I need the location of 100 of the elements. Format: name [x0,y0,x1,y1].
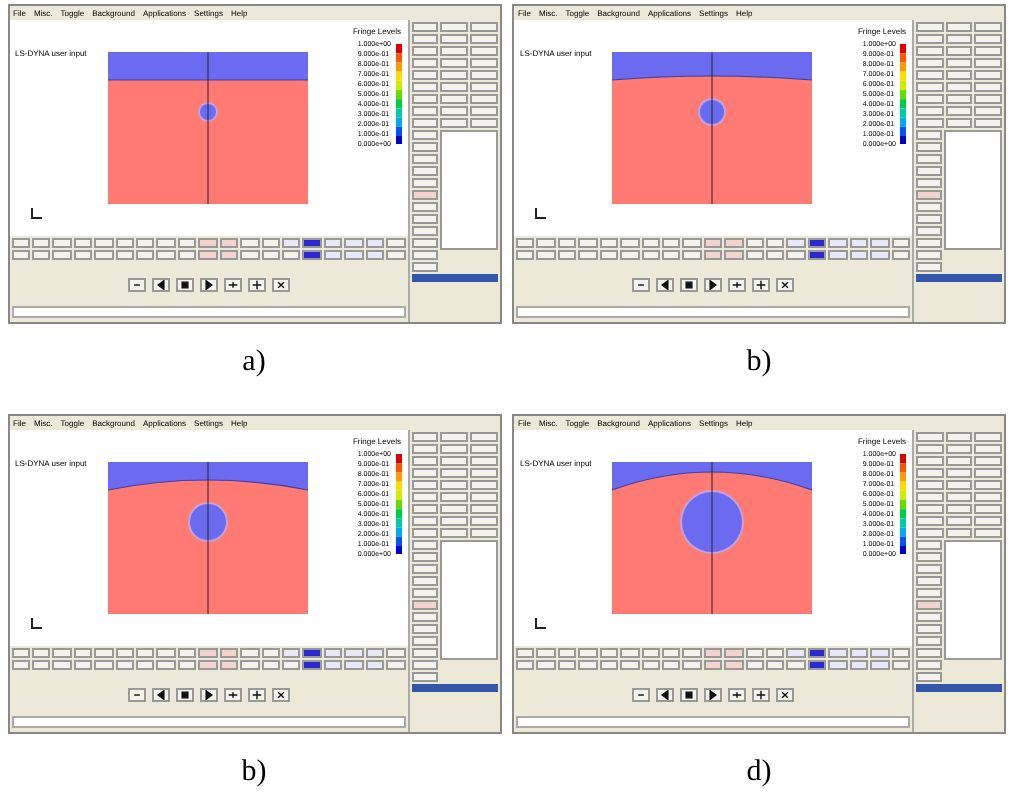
menu-button[interactable] [440,492,468,502]
menu-button[interactable] [945,118,973,128]
playback-control-icon[interactable] [247,277,265,291]
menu-button[interactable] [469,504,497,514]
playback-control-icon[interactable] [127,277,145,291]
menu-button[interactable] [440,46,468,56]
side-button[interactable] [916,564,942,574]
side-button[interactable] [916,600,942,610]
side-button[interactable] [411,540,437,550]
menu-button[interactable] [440,70,468,80]
menu-button[interactable] [469,58,497,68]
side-button[interactable] [411,214,437,224]
menu-button[interactable] [411,46,439,56]
side-button[interactable] [411,190,437,200]
side-button[interactable] [411,142,437,152]
menu-button[interactable] [440,106,468,116]
menu-button[interactable] [440,516,468,526]
menu-button[interactable] [411,58,439,68]
menu-button[interactable] [440,82,468,92]
side-button[interactable] [916,202,942,212]
side-button[interactable] [916,238,942,248]
menu-button[interactable] [945,70,973,80]
side-button[interactable] [411,648,437,658]
menu-button[interactable] [440,118,468,128]
side-button[interactable] [916,166,942,176]
menu-button[interactable] [411,70,439,80]
menu-button[interactable] [945,58,973,68]
menu-button[interactable] [440,94,468,104]
playback-control-icon[interactable] [680,277,698,291]
side-button[interactable] [411,624,437,634]
playback-control-icon[interactable] [199,687,217,701]
side-button[interactable] [916,624,942,634]
menu-button[interactable] [411,516,439,526]
menu-button[interactable] [469,456,497,466]
menu-button[interactable] [916,516,944,526]
menu-button[interactable] [916,480,944,490]
side-button[interactable] [916,190,942,200]
menu-button[interactable] [974,480,1002,490]
menu-button[interactable] [945,22,973,32]
menu-button[interactable] [469,432,497,442]
menu-button[interactable] [916,58,944,68]
menu-button[interactable] [945,432,973,442]
menu-button[interactable] [469,468,497,478]
menu-button[interactable] [916,106,944,116]
side-button[interactable] [916,214,942,224]
side-button[interactable] [916,612,942,622]
menu-button[interactable] [945,468,973,478]
menu-button[interactable] [440,456,468,466]
playback-control-icon[interactable] [704,277,722,291]
menu-button[interactable] [945,82,973,92]
side-button[interactable] [411,250,437,260]
menu-button[interactable] [440,504,468,514]
menu-button[interactable] [916,504,944,514]
menu-button[interactable] [974,456,1002,466]
menu-button[interactable] [411,432,439,442]
menu-button[interactable] [945,480,973,490]
menu-button[interactable] [411,504,439,514]
side-button[interactable] [916,262,942,272]
side-button[interactable] [411,552,437,562]
menu-button[interactable] [411,528,439,538]
menu-button[interactable] [440,480,468,490]
menu-button[interactable] [411,94,439,104]
playback-control-icon[interactable] [752,687,770,701]
playback-control-icon[interactable] [776,687,794,701]
menu-button[interactable] [440,444,468,454]
side-button[interactable] [411,636,437,646]
menu-button[interactable] [974,492,1002,502]
playback-control-icon[interactable] [680,687,698,701]
menu-button[interactable] [411,22,439,32]
menu-button[interactable] [469,516,497,526]
playback-control-icon[interactable] [175,687,193,701]
menu-button[interactable] [974,468,1002,478]
side-button[interactable] [411,660,437,670]
playback-control-icon[interactable] [271,687,289,701]
side-button[interactable] [411,226,437,236]
menu-button[interactable] [945,528,973,538]
menu-button[interactable] [411,468,439,478]
menu-button[interactable] [916,118,944,128]
menu-button[interactable] [945,456,973,466]
menu-button[interactable] [469,492,497,502]
playback-control-icon[interactable] [632,277,650,291]
playback-control-icon[interactable] [223,277,241,291]
menu-button[interactable] [411,456,439,466]
side-button[interactable] [411,672,437,682]
menu-button[interactable] [440,34,468,44]
menu-button[interactable] [411,118,439,128]
playback-control-icon[interactable] [656,687,674,701]
menu-button[interactable] [974,22,1002,32]
menu-button[interactable] [916,82,944,92]
menu-button[interactable] [411,492,439,502]
playback-control-icon[interactable] [776,277,794,291]
side-button[interactable] [411,612,437,622]
menu-button[interactable] [411,34,439,44]
menu-button[interactable] [469,94,497,104]
playback-control-icon[interactable] [127,687,145,701]
side-button[interactable] [916,588,942,598]
side-button[interactable] [411,564,437,574]
menu-button[interactable] [974,46,1002,56]
side-button[interactable] [411,262,437,272]
side-button[interactable] [411,166,437,176]
